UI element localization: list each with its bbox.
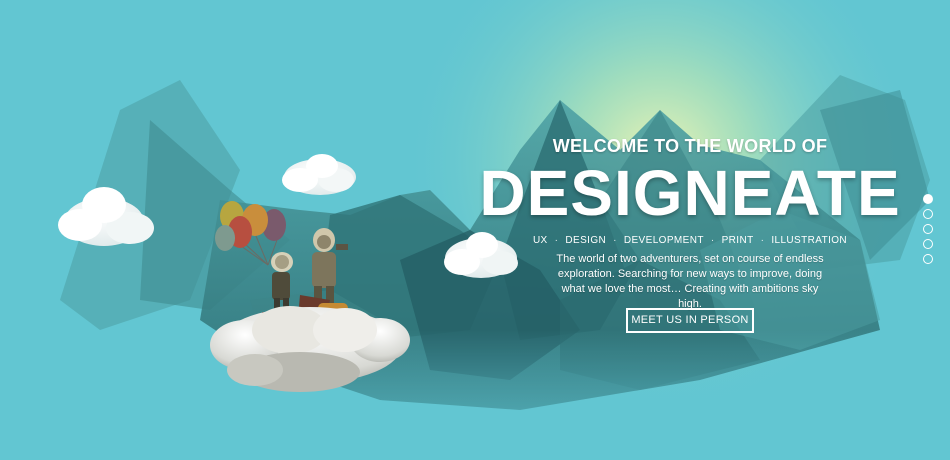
slide-dot-5[interactable] xyxy=(923,254,933,264)
service-ux: UX xyxy=(532,235,548,246)
hero-kicker: WELCOME TO THE WORLD OF xyxy=(552,136,828,156)
slide-dot-1[interactable] xyxy=(923,194,933,204)
slide-dot-2[interactable] xyxy=(923,209,933,219)
slide-dot-3[interactable] xyxy=(923,224,933,234)
meet-us-button[interactable]: MEET US IN PERSON xyxy=(626,308,754,333)
services-list: UX · DESIGN · DEVELOPMENT · PRINT · ILLU… xyxy=(470,235,910,246)
slide-dot-4[interactable] xyxy=(923,239,933,249)
service-illustration: ILLUSTRATION xyxy=(771,235,848,246)
separator-dot: · xyxy=(554,235,559,246)
brand-title: DESIGNEATE xyxy=(479,157,901,229)
service-development: DEVELOPMENT xyxy=(623,235,704,246)
separator-dot: · xyxy=(613,235,617,246)
separator-dot: · xyxy=(710,235,715,246)
service-print: PRINT xyxy=(721,235,754,246)
hero-text-block: WELCOME TO THE WORLD OF DESIGNEATE UX · … xyxy=(470,0,910,460)
service-design: DESIGN xyxy=(565,235,607,246)
hero-description: The world of two adventurers, set on cou… xyxy=(556,253,824,310)
slider-pagination xyxy=(923,194,935,269)
separator-dot: · xyxy=(760,235,765,246)
